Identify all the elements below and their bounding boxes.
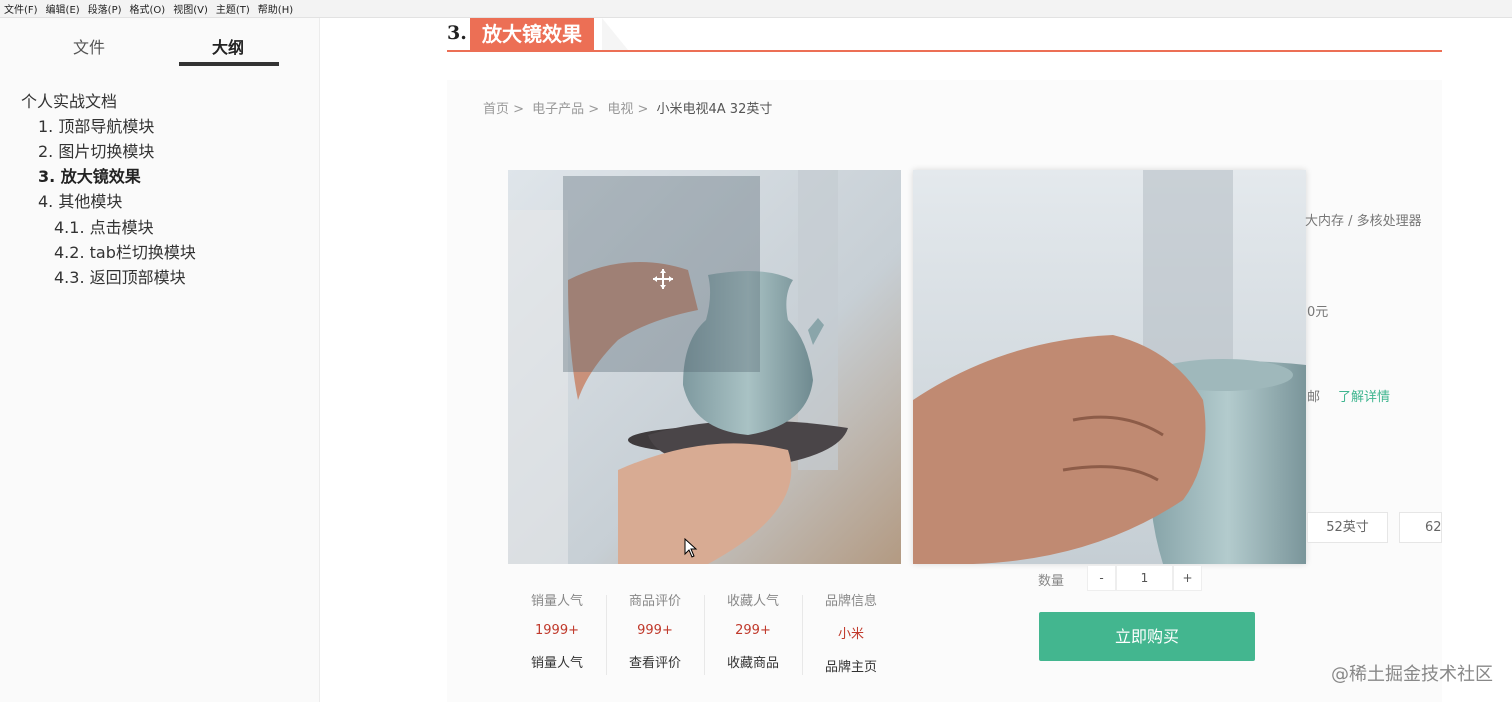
- product-spec-text: 大内存 / 多核处理器: [1305, 214, 1422, 229]
- stat-favorites: 收藏人气 299+ 收藏商品: [704, 590, 802, 671]
- outline-item-4-1[interactable]: 4.1. 点击模块: [54, 214, 154, 238]
- stat-value: 299+: [735, 623, 771, 638]
- quantity-plus-button[interactable]: +: [1173, 565, 1202, 591]
- sidebar-tabs: 文件 大纲: [0, 18, 319, 68]
- tab-outline[interactable]: 大纲: [212, 34, 244, 58]
- magnified-photo: [913, 170, 1306, 564]
- active-tab-indicator: [179, 62, 279, 66]
- menu-theme[interactable]: 主题(T): [216, 1, 250, 16]
- breadcrumb-home[interactable]: 首页 >: [483, 102, 524, 117]
- move-cursor-icon: [653, 269, 673, 289]
- product-preview-image[interactable]: [508, 170, 901, 564]
- menu-edit[interactable]: 编辑(E): [46, 1, 80, 16]
- pointer-cursor-icon: [684, 538, 698, 558]
- breadcrumb-electronics[interactable]: 电子产品 >: [532, 102, 599, 117]
- outline-item-4[interactable]: 4. 其他模块: [38, 188, 122, 212]
- heading-number: 3.: [447, 22, 467, 44]
- stat-title: 商品评价: [628, 594, 681, 609]
- outline-item-3[interactable]: 3. 放大镜效果: [38, 163, 141, 187]
- outline-item-root[interactable]: 个人实战文档: [21, 88, 117, 112]
- size-option-52[interactable]: 52英寸: [1307, 512, 1388, 543]
- menu-file[interactable]: 文件(F): [4, 1, 38, 16]
- stat-value: 小米: [837, 627, 864, 642]
- menu-help[interactable]: 帮助(H): [258, 1, 293, 16]
- stat-value: 1999+: [535, 623, 579, 638]
- menu-format[interactable]: 格式(O): [130, 1, 166, 16]
- tab-files[interactable]: 文件: [73, 34, 105, 58]
- heading-underline: [447, 50, 1442, 52]
- stat-sales: 销量人气 1999+ 销量人气: [508, 590, 606, 671]
- magnified-image: [913, 170, 1306, 564]
- document-area: 3. 放大镜效果 首页 > 电子产品 > 电视 > 小米电视4A 32英寸 大内…: [321, 18, 1512, 702]
- stat-action[interactable]: 销量人气: [508, 652, 606, 671]
- outline-item-1[interactable]: 1. 顶部导航模块: [38, 113, 154, 137]
- stat-value: 999+: [637, 623, 673, 638]
- stat-title: 收藏人气: [726, 594, 779, 609]
- watermark: @稀土掘金技术社区: [1331, 664, 1493, 685]
- stat-title: 销量人气: [530, 594, 583, 609]
- breadcrumb: 首页 > 电子产品 > 电视 > 小米电视4A 32英寸: [483, 98, 776, 117]
- outline-item-2[interactable]: 2. 图片切换模块: [38, 138, 154, 162]
- service-text: 邮: [1307, 390, 1321, 405]
- stat-action[interactable]: 收藏商品: [704, 652, 802, 671]
- quantity-label: 数量: [1038, 574, 1065, 589]
- menu-bar: 文件(F) 编辑(E) 段落(P) 格式(O) 视图(V) 主题(T) 帮助(H…: [0, 0, 1512, 18]
- stat-title: 品牌信息: [824, 594, 877, 609]
- stat-reviews: 商品评价 999+ 查看评价: [606, 590, 704, 671]
- quantity-minus-button[interactable]: -: [1087, 565, 1116, 591]
- breadcrumb-tv[interactable]: 电视 >: [607, 102, 648, 117]
- breadcrumb-current: 小米电视4A 32英寸: [656, 102, 773, 117]
- learn-more-link[interactable]: 了解详情: [1338, 386, 1390, 405]
- heading-decoration: [602, 18, 628, 50]
- stat-action[interactable]: 品牌主页: [802, 656, 900, 675]
- menu-view[interactable]: 视图(V): [173, 1, 208, 16]
- stat-brand: 品牌信息 小米 品牌主页: [802, 590, 900, 675]
- sidebar: 文件 大纲 个人实战文档 1. 顶部导航模块 2. 图片切换模块 3. 放大镜效…: [0, 18, 320, 702]
- outline-item-4-2[interactable]: 4.2. tab栏切换模块: [54, 239, 196, 263]
- menu-paragraph[interactable]: 段落(P): [88, 1, 122, 16]
- product-demo-panel: 首页 > 电子产品 > 电视 > 小米电视4A 32英寸 大内存 / 多核处理器…: [447, 80, 1442, 702]
- product-price-text: 0元: [1307, 305, 1329, 320]
- quantity-input[interactable]: 1: [1116, 565, 1173, 591]
- stat-action[interactable]: 查看评价: [606, 652, 704, 671]
- outline-item-4-3[interactable]: 4.3. 返回顶部模块: [54, 264, 186, 288]
- size-option-62[interactable]: 62: [1399, 512, 1442, 543]
- buy-now-button[interactable]: 立即购买: [1039, 612, 1255, 661]
- heading-title: 放大镜效果: [470, 18, 594, 50]
